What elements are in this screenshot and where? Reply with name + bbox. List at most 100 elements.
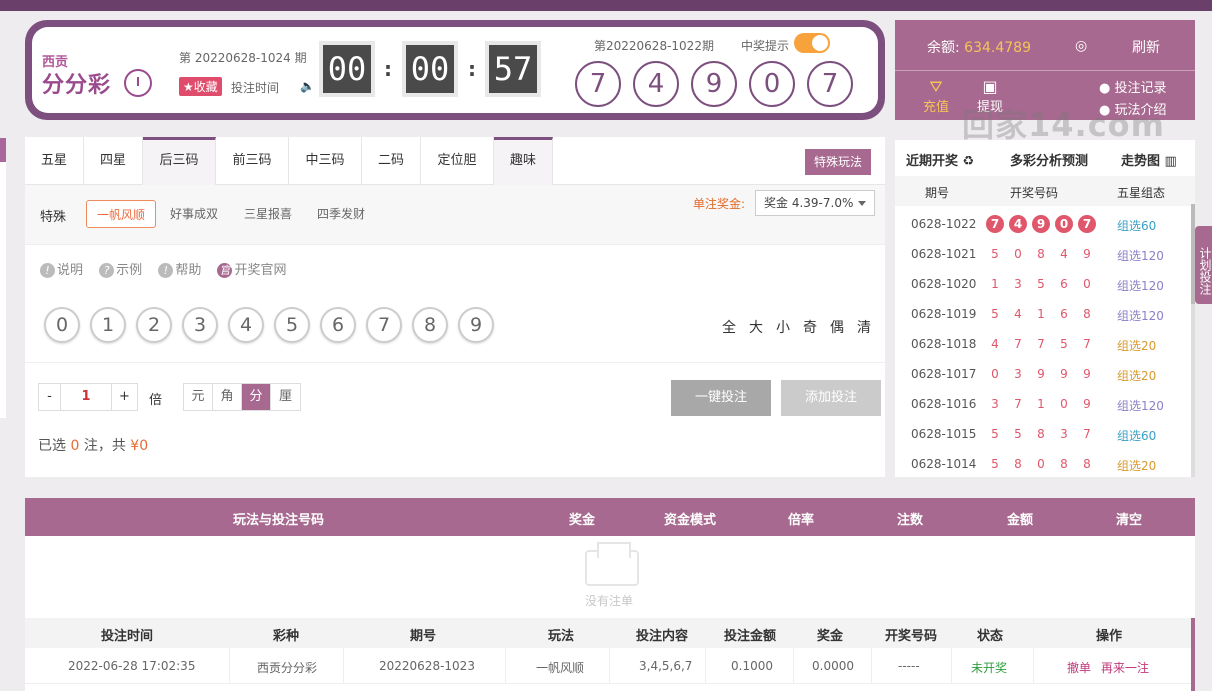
multiplier-minus[interactable]: - [39, 384, 61, 410]
description-link[interactable]: ! 说明 [40, 263, 83, 278]
draw-digit: 1 [991, 277, 999, 291]
number-ball[interactable]: 2 [136, 307, 172, 343]
plan-bet-side-tab[interactable]: 计划投注 [1195, 226, 1212, 304]
draw-digit: 0 [1037, 457, 1045, 471]
recent-draws-tab[interactable]: 近期开奖 ♻ [906, 150, 974, 169]
number-ball[interactable]: 0 [44, 307, 80, 343]
unit-fen[interactable]: 分 [242, 384, 271, 410]
top-bar [0, 0, 1212, 11]
list-item: 0628-1019 5 4 1 6 8 组选120 [895, 299, 1187, 329]
col-status: 状态 [977, 629, 1004, 644]
draw-digit: 9 [1037, 367, 1045, 381]
help-link[interactable]: ! 帮助 [158, 263, 201, 278]
tab-fun[interactable]: 趣味 [494, 137, 553, 185]
history-scrollbar[interactable] [1191, 618, 1195, 691]
info-icon: ● [1099, 81, 1111, 96]
col-prize: 奖金 [569, 513, 596, 528]
divider [705, 648, 706, 684]
current-issue-label: 第 20220628-1024 期 [179, 51, 307, 65]
cancel-bet-link[interactable]: 撤单 [1067, 659, 1091, 676]
tab-last-three[interactable]: 后三码 [143, 137, 216, 185]
analysis-tab[interactable]: 多彩分析预测 [1010, 150, 1088, 169]
hide-balance-icon[interactable]: ◎ [1075, 38, 1087, 54]
list-item: 0628-1017 0 3 9 9 9 组选20 [895, 359, 1187, 389]
quick-big[interactable]: 大 [749, 317, 763, 337]
sub-play-bar: 特殊 一帆风顺 好事成双 三星报喜 四季发财 单注奖金: 奖金 4.39-7.0… [25, 185, 885, 245]
quick-all[interactable]: 全 [722, 317, 736, 337]
row-group: 组选20 [1117, 339, 1157, 353]
charge-button[interactable]: ⛛ 充值 [923, 78, 949, 116]
col-fund-mode: 资金模式 [664, 513, 717, 528]
col-play: 玩法 [548, 629, 575, 644]
number-ball[interactable]: 1 [90, 307, 126, 343]
tab-middle-three[interactable]: 中三码 [289, 137, 362, 185]
clear-button[interactable]: 清空 [1116, 509, 1142, 528]
number-ball[interactable]: 5 [274, 307, 310, 343]
tab-five-star[interactable]: 五星 [25, 137, 84, 185]
draw-digit: 6 [1060, 307, 1068, 321]
quick-even[interactable]: 偶 [830, 317, 844, 337]
selected-mid: 注，共 [83, 438, 126, 454]
bet-records-link[interactable]: ● 投注记录 [1099, 77, 1167, 96]
win-alert-toggle[interactable] [794, 33, 830, 53]
tab-four-star[interactable]: 四星 [84, 137, 143, 185]
number-ball[interactable]: 7 [366, 307, 402, 343]
multiplier-input[interactable]: 1 [61, 384, 111, 410]
sub-play-sanxingbaoxi[interactable]: 三星报喜 [244, 200, 292, 228]
number-ball[interactable]: 9 [458, 307, 494, 343]
clock-icon [124, 69, 152, 97]
draw-digit: 0 [1083, 277, 1091, 291]
number-ball[interactable]: 8 [412, 307, 448, 343]
sub-play-title: 特殊 [40, 210, 67, 225]
money-unit-selector: 元角分厘 [183, 383, 301, 411]
draw-digit: 0 [1055, 215, 1073, 233]
balance-label: 余额: [927, 40, 960, 56]
special-play-button[interactable]: 特殊玩法 [805, 149, 871, 175]
draw-digit: 7 [1014, 397, 1022, 411]
example-link[interactable]: ? 示例 [99, 263, 142, 278]
unit-li[interactable]: 厘 [271, 384, 300, 410]
speaker-icon[interactable]: 🔈 [300, 79, 315, 93]
multiplier-plus[interactable]: + [111, 384, 137, 410]
sub-play-yifanfengshun[interactable]: 一帆风顺 [86, 200, 157, 228]
draw-digit: 8 [1083, 457, 1091, 471]
selected-prefix: 已选 [38, 438, 66, 454]
official-site-link[interactable]: 官开奖官网 [217, 263, 286, 278]
unit-jiao[interactable]: 角 [213, 384, 242, 410]
quick-odd[interactable]: 奇 [803, 317, 817, 337]
bet-again-link[interactable]: 再来一注 [1101, 659, 1149, 676]
favorite-button[interactable]: ★收藏 [179, 77, 222, 96]
refresh-button[interactable]: 刷新 [1132, 37, 1160, 57]
tab-first-three[interactable]: 前三码 [216, 137, 289, 185]
trend-chart-tab[interactable]: 走势图 ▥ [1121, 150, 1177, 169]
draw-digit: 5 [991, 457, 999, 471]
draw-digit: 9 [1083, 367, 1091, 381]
add-bet-button[interactable]: 添加投注 [781, 380, 881, 416]
sub-play-sijifacai[interactable]: 四季发财 [317, 200, 365, 228]
quick-clear[interactable]: 清 [857, 317, 871, 337]
exclamation-icon: ! [158, 263, 174, 278]
wallet-icon: ▣ [982, 77, 998, 96]
prize-select[interactable]: 奖金 4.39-7.0% [755, 190, 875, 216]
divider [871, 648, 872, 684]
number-ball[interactable]: 4 [228, 307, 264, 343]
draw-digit: 8 [1037, 427, 1045, 441]
recent-results-panel: 近期开奖 ♻ 多彩分析预测 走势图 ▥ 期号 开奖号码 五星组态 0628-10… [895, 140, 1195, 477]
number-ball[interactable]: 6 [320, 307, 356, 343]
unit-yuan[interactable]: 元 [184, 384, 213, 410]
draw-digit: 5 [991, 307, 999, 321]
tab-position[interactable]: 定位胆 [421, 137, 494, 185]
result-ball: 9 [691, 61, 737, 107]
sub-play-haoshichengshuang[interactable]: 好事成双 [170, 200, 218, 228]
number-ball[interactable]: 3 [182, 307, 218, 343]
one-click-bet-button[interactable]: 一键投注 [671, 380, 771, 416]
tab-two-digit[interactable]: 二码 [362, 137, 421, 185]
draw-digit: 7 [1037, 337, 1045, 351]
col-numbers: 开奖号码 [1010, 186, 1059, 200]
row-group: 组选120 [1117, 279, 1164, 293]
quick-small[interactable]: 小 [776, 317, 790, 337]
multiplier-stepper: -1 + [38, 383, 138, 411]
balance: 余额: 634.4789 [927, 37, 1031, 57]
row-issue: 0628-1022 [911, 217, 977, 231]
row-group: 组选120 [1117, 309, 1164, 323]
